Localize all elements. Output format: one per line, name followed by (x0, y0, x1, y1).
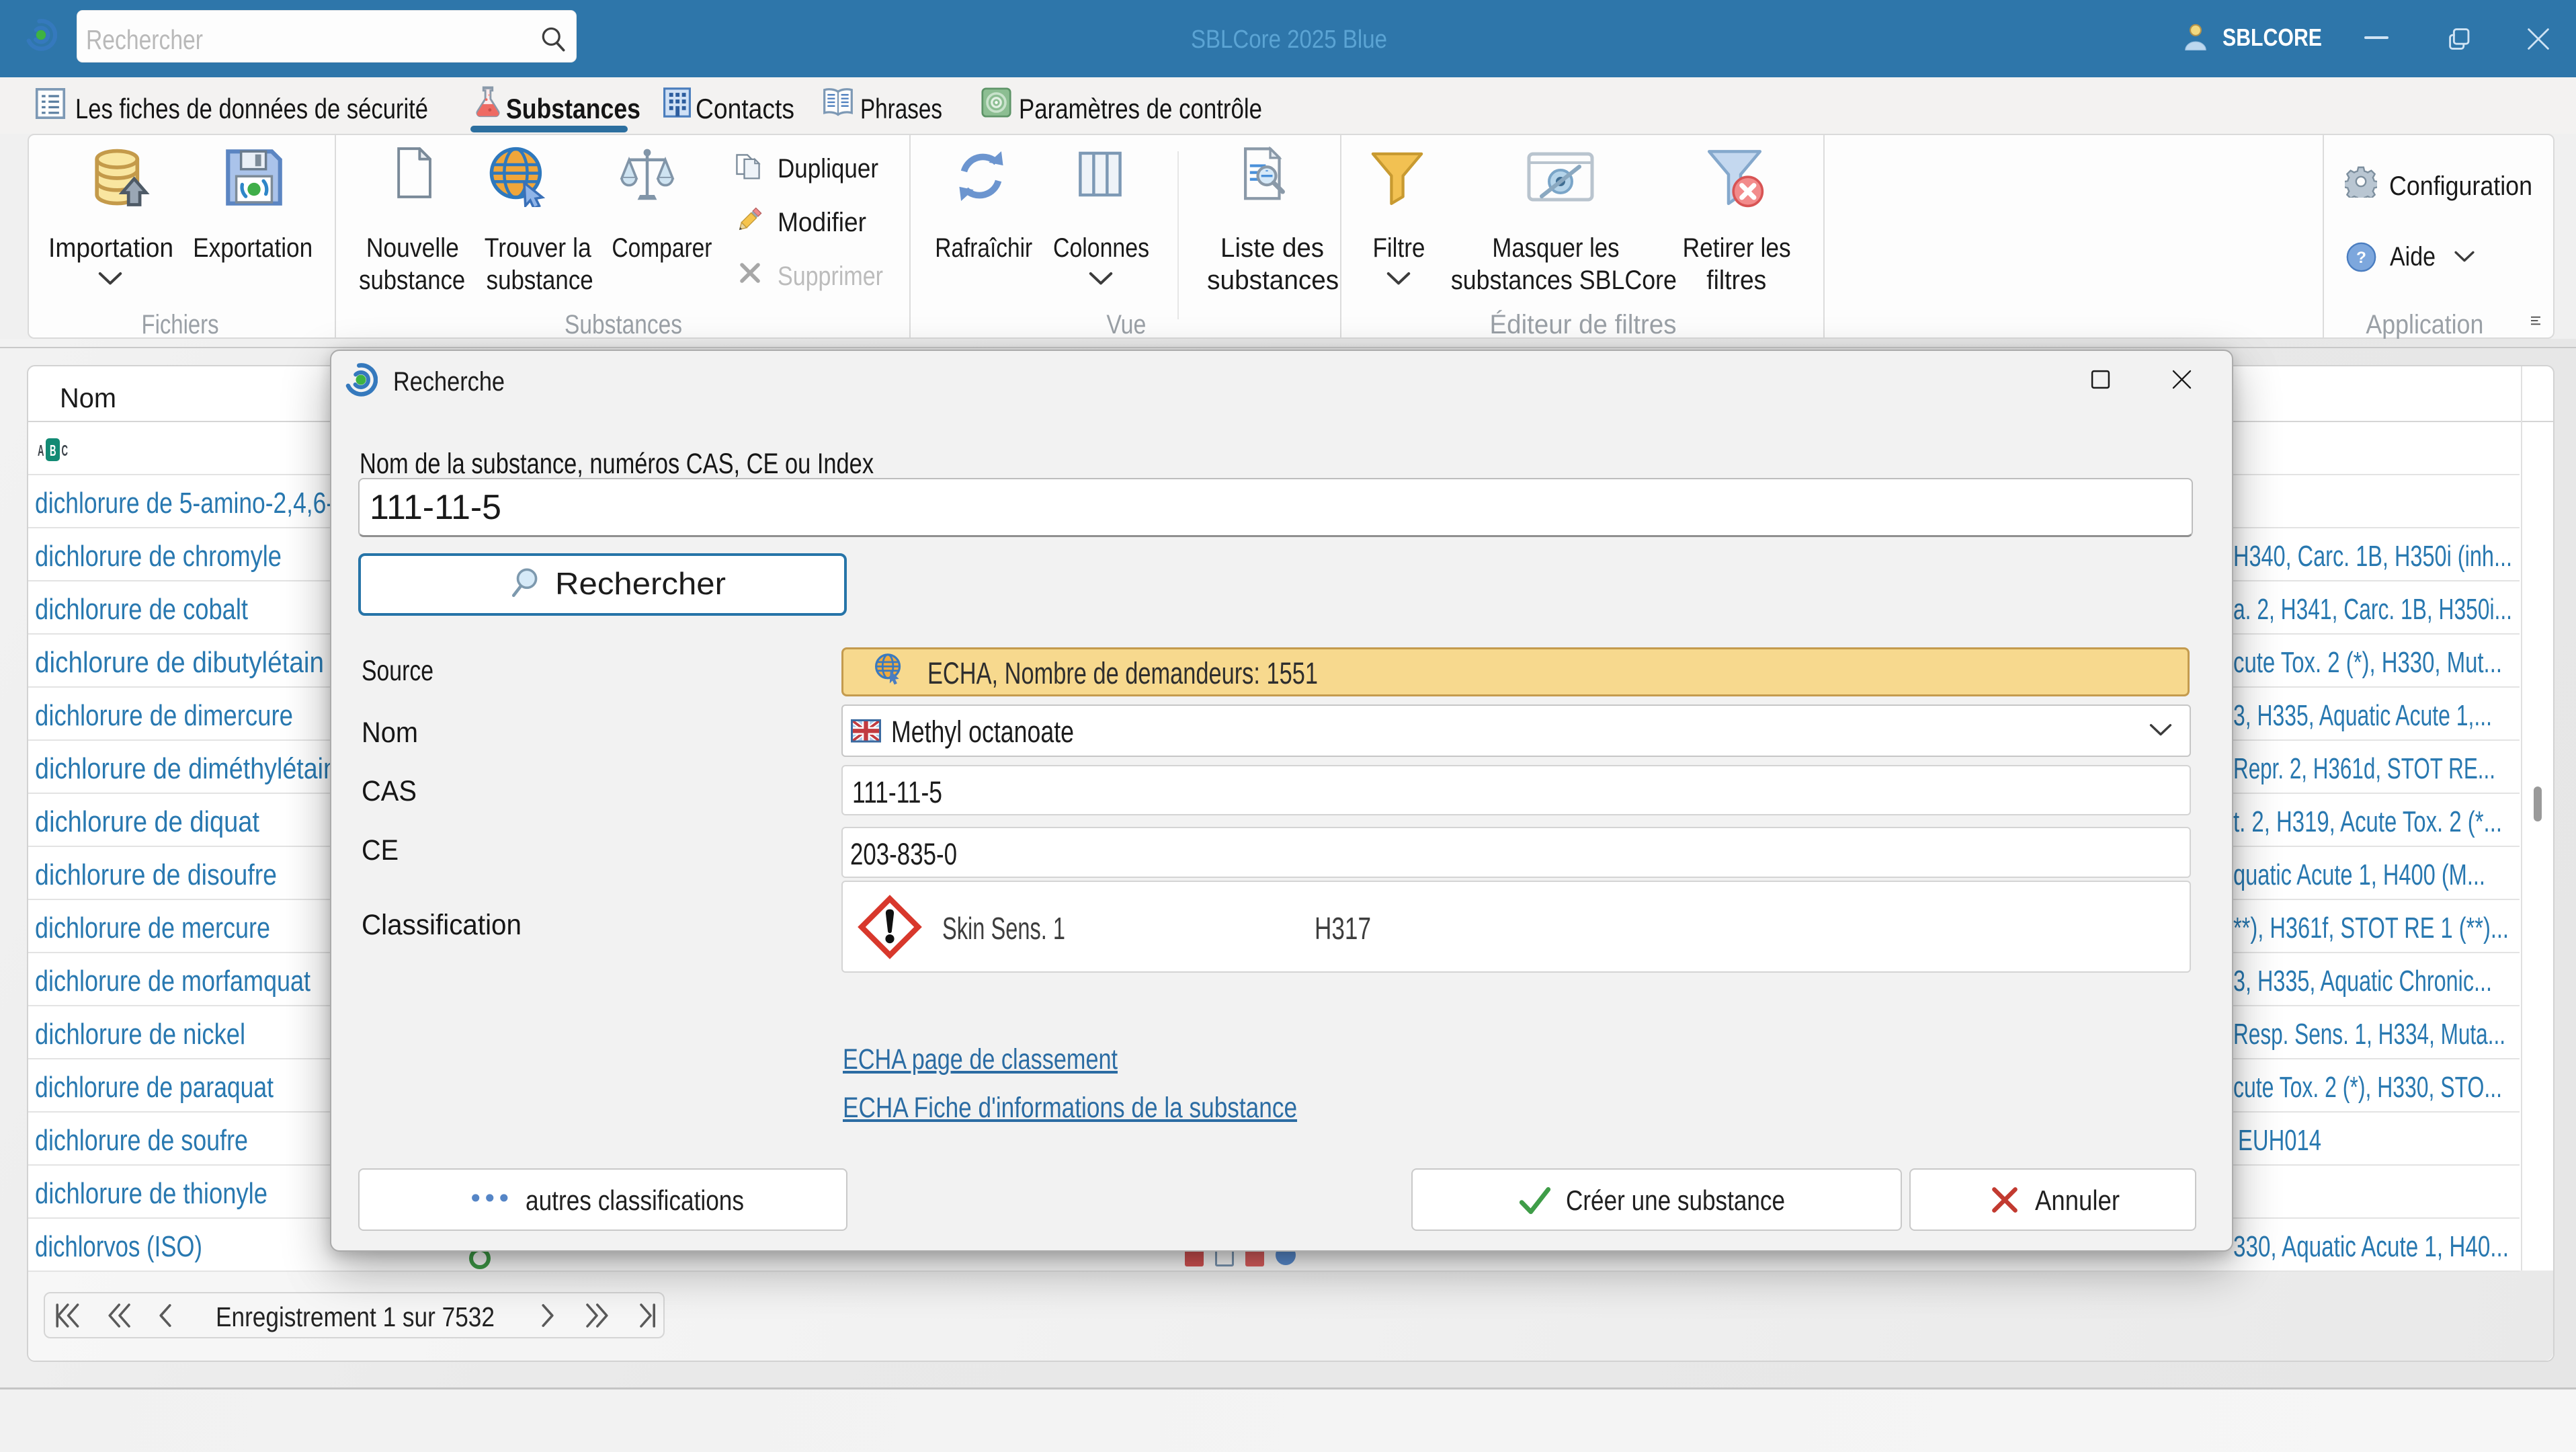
svg-text:B: B (50, 442, 56, 459)
svg-text:A: A (38, 442, 44, 459)
svg-text:?: ? (2356, 249, 2366, 267)
svg-text:C: C (62, 442, 69, 459)
